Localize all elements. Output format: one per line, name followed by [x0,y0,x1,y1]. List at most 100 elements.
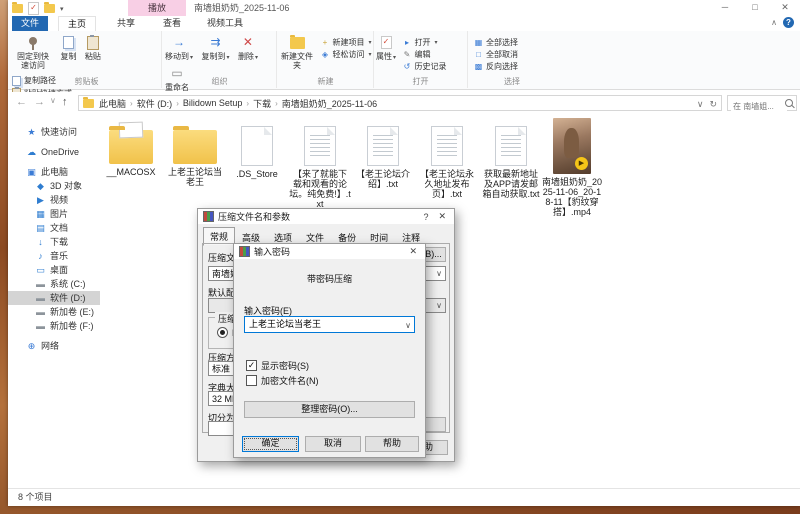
delete-button[interactable]: ✕ 删除▾ [236,33,260,64]
collapse-ribbon-icon[interactable]: ∧ [771,18,777,27]
password-dialog-titlebar[interactable]: 输入密码 ✕ [234,244,425,259]
drive-icon: ▬ [35,319,46,333]
ok-button[interactable]: 确定 [242,436,299,452]
drive-icon: ▬ [35,291,46,305]
file-item[interactable]: .DS_Store [226,118,288,179]
file-item[interactable]: 上老王论坛当老王 [164,118,226,187]
file-item[interactable]: ▶ 南墙姐奶奶_2025-11-06_20-18-11【豹纹穿搭】.mp4 [541,118,603,217]
breadcrumb-drive-d[interactable]: 软件 (D:) [137,97,173,110]
breadcrumb-this-pc[interactable]: 此电脑 [99,97,126,110]
dialog-close-icon[interactable]: ✕ [435,211,449,222]
easy-access-button[interactable]: ◈轻松访问▾ [320,50,371,60]
item-count: 8 个项目 [18,492,53,502]
properties-button[interactable]: ✓ 属性▾ [374,33,398,64]
up-icon[interactable]: ↑ [62,96,68,108]
search-box[interactable] [727,95,797,111]
breadcrumb-bilidown[interactable]: Bilidown Setup [183,98,243,108]
copy-button[interactable]: 复制 [58,33,78,62]
maximize-button[interactable]: □ [740,0,770,16]
properties-check-icon[interactable]: ✓ [28,2,39,15]
close-button[interactable]: ✕ [770,0,800,16]
encrypt-filenames-option[interactable]: 加密文件名(N) [246,374,319,387]
sidebar-item-music[interactable]: ♪音乐 [8,249,100,263]
organize-passwords-button[interactable]: 整理密码(O)... [244,401,415,418]
sidebar-item-drive-c[interactable]: ▬系统 (C:) [8,277,100,291]
tab-file[interactable]: 文件 [12,16,48,31]
folder-icon[interactable] [44,4,55,13]
play-icon: ▶ [575,157,588,170]
file-item[interactable]: 获取最新地址及APP请发邮箱自动获取.txt [480,118,542,199]
tab-share[interactable]: 共享 [108,16,144,31]
radio-icon[interactable] [217,327,228,338]
paste-icon [87,36,99,50]
title-bar[interactable]: ✓ ▾ 播放 南墙姐奶奶_2025-11-06 ─ □ ✕ [8,0,800,16]
invert-selection-button[interactable]: ▩反向选择 [474,62,518,72]
qat-dropdown-icon[interactable]: ▾ [60,5,64,13]
tab-video-tools[interactable]: 视频工具 [198,16,252,31]
dialog-close-icon[interactable]: ✕ [406,246,420,257]
folder-icon [173,130,217,164]
tab-home[interactable]: 主页 [58,16,96,32]
breadcrumb-downloads[interactable]: 下载 [253,97,271,110]
chevron-down-icon[interactable]: ∨ [436,299,442,313]
sidebar-item-desktop[interactable]: ▭桌面 [8,263,100,277]
rar-dialog-titlebar[interactable]: 压缩文件名和参数 ? ✕ [198,209,454,224]
new-folder-button[interactable]: 新建文件夹 [278,33,316,71]
sidebar-item-drive-e[interactable]: ▬新加卷 (E:) [8,305,100,319]
cancel-button[interactable]: 取消 [305,436,361,452]
refresh-icon[interactable]: ↻ [709,99,717,110]
minimize-button[interactable]: ─ [710,0,740,16]
sidebar-item-network[interactable]: ⊕网络 [8,339,100,353]
tab-view[interactable]: 查看 [154,16,190,31]
sidebar-item-quick-access[interactable]: ★快速访问 [8,125,100,139]
ribbon-group-new: 新建文件夹 +新建项目▾ ◈轻松访问▾ 新建 [278,31,374,88]
pwd-help-button[interactable]: 帮助 [365,436,419,452]
file-item[interactable]: __MACOSX [100,118,162,177]
file-item[interactable]: 【老王论坛永久地址发布页】.txt [416,118,478,199]
password-combo[interactable]: ∨ [244,316,415,333]
history-button[interactable]: ↺历史记录 [402,62,446,72]
sidebar-item-documents[interactable]: ▤文档 [8,221,100,235]
copy-to-button[interactable]: ⇉ 复制到▾ [199,33,231,64]
chevron-down-icon[interactable]: ∨ [436,267,442,281]
search-input[interactable] [731,100,787,114]
sidebar-item-drive-d[interactable]: ▬软件 (D:) [8,291,100,305]
address-box[interactable]: 此电脑› 软件 (D:)› Bilidown Setup› 下载› 南墙姐奶奶_… [78,95,722,111]
edit-button[interactable]: ✎编辑 [402,50,446,60]
contextual-tab-play[interactable]: 播放 [128,0,186,16]
sidebar-item-3d-objects[interactable]: ◆3D 对象 [8,179,100,193]
sidebar-item-drive-f[interactable]: ▬新加卷 (F:) [8,319,100,333]
pin-to-quick-access-button[interactable]: 固定到快速访问 [12,33,54,71]
easy-access-icon: ◈ [320,50,329,60]
rar-dialog-title: 压缩文件名和参数 [218,210,416,223]
dialog-help-icon[interactable]: ? [420,212,431,222]
move-to-button[interactable]: → 移动到▾ [163,33,195,64]
new-item-button[interactable]: +新建项目▾ [320,38,371,48]
select-all-icon: ▦ [474,38,483,48]
address-dropdown-icon[interactable]: ∨ [697,99,704,110]
password-input[interactable] [249,318,400,328]
show-password-option[interactable]: ✓ 显示密码(S) [246,359,309,372]
file-item[interactable]: 【来了就能下载和观看的论坛。纯免费!】.txt [289,118,351,209]
open-button[interactable]: ▸打开▾ [402,38,446,48]
file-item[interactable]: 【老王论坛介绍】.txt [352,118,414,189]
forward-icon[interactable]: → [34,96,45,108]
sidebar-item-this-pc[interactable]: ▣此电脑 [8,165,100,179]
sidebar-item-videos[interactable]: ▶视频 [8,193,100,207]
checkbox-unchecked-icon[interactable] [246,375,257,386]
select-all-button[interactable]: ▦全部选择 [474,38,518,48]
folder-icon[interactable] [12,4,23,13]
help-icon[interactable]: ? [783,17,794,28]
chevron-down-icon[interactable]: ∨ [405,319,411,333]
back-icon[interactable]: ← [16,96,27,108]
sidebar-item-onedrive[interactable]: ☁OneDrive [8,145,100,159]
copy-label: 复制 [60,52,76,61]
recent-locations-icon[interactable]: ∨ [50,96,56,105]
checkbox-checked-icon[interactable]: ✓ [246,360,257,371]
select-none-button[interactable]: □全部取消 [474,50,518,60]
enter-password-dialog: 输入密码 ✕ 带密码压缩 输入密码(E) ∨ ✓ 显示密码(S) 加密文件名(N… [233,243,426,458]
paste-button[interactable]: 粘贴 [83,33,103,62]
breadcrumb-current-folder[interactable]: 南墙姐奶奶_2025-11-06 [282,97,377,110]
sidebar-item-pictures[interactable]: ▦图片 [8,207,100,221]
sidebar-item-downloads[interactable]: ↓下载 [8,235,100,249]
